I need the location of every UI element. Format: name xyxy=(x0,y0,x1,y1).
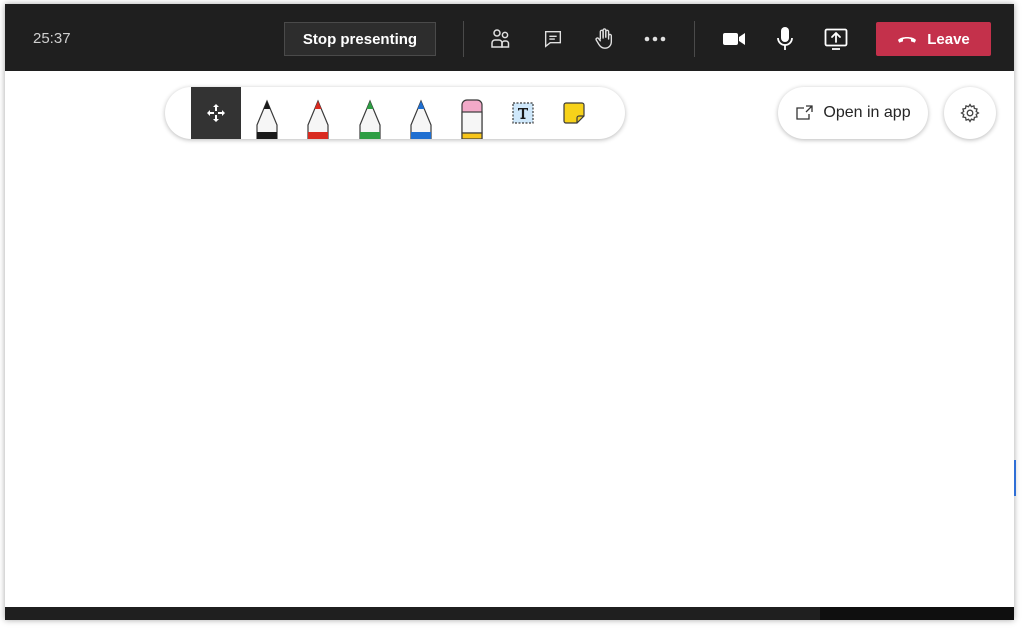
toolbar-divider xyxy=(463,21,464,57)
move-tool[interactable] xyxy=(191,87,241,139)
whiteboard-canvas[interactable]: Open in app xyxy=(5,71,1014,607)
hang-up-icon xyxy=(898,37,917,43)
move-icon xyxy=(207,104,225,122)
green-pen-icon xyxy=(359,99,381,139)
background-window-edge xyxy=(1014,460,1016,496)
text-box-icon xyxy=(512,102,534,124)
whiteboard-toolbar xyxy=(165,87,625,139)
meeting-window: 25:37 Stop presenting Leave Open in app xyxy=(5,4,1014,620)
gear-icon xyxy=(960,103,980,123)
sticky-note-tool[interactable] xyxy=(549,87,599,139)
text-tool[interactable] xyxy=(498,87,548,139)
people-icon[interactable] xyxy=(485,24,517,54)
bottom-bar xyxy=(5,607,1014,620)
meeting-toolbar: 25:37 Stop presenting Leave xyxy=(5,4,1014,71)
eraser-icon xyxy=(461,99,483,139)
black-pen-tool[interactable] xyxy=(242,87,292,139)
leave-label: Leave xyxy=(927,30,970,48)
more-options-icon[interactable] xyxy=(639,24,671,54)
sticky-note-icon xyxy=(563,102,585,124)
open-in-app-label: Open in app xyxy=(823,104,911,121)
open-external-icon xyxy=(796,105,814,120)
stop-presenting-button[interactable]: Stop presenting xyxy=(284,22,436,56)
red-pen-icon xyxy=(307,99,329,139)
red-pen-tool[interactable] xyxy=(293,87,343,139)
eraser-tool[interactable] xyxy=(447,87,497,139)
open-in-app-button[interactable]: Open in app xyxy=(778,87,928,139)
settings-button[interactable] xyxy=(944,87,996,139)
share-screen-icon[interactable] xyxy=(820,24,852,54)
blue-pen-icon xyxy=(410,99,432,139)
chat-icon[interactable] xyxy=(537,24,569,54)
camera-icon[interactable] xyxy=(718,24,750,54)
bottom-bar-segment xyxy=(820,607,1014,620)
leave-button[interactable]: Leave xyxy=(876,22,991,56)
green-pen-tool[interactable] xyxy=(345,87,395,139)
toolbar-divider xyxy=(694,21,695,57)
blue-pen-tool[interactable] xyxy=(396,87,446,139)
microphone-icon[interactable] xyxy=(769,24,801,54)
raise-hand-icon[interactable] xyxy=(588,24,620,54)
black-pen-icon xyxy=(256,99,278,139)
meeting-timer: 25:37 xyxy=(33,30,71,47)
